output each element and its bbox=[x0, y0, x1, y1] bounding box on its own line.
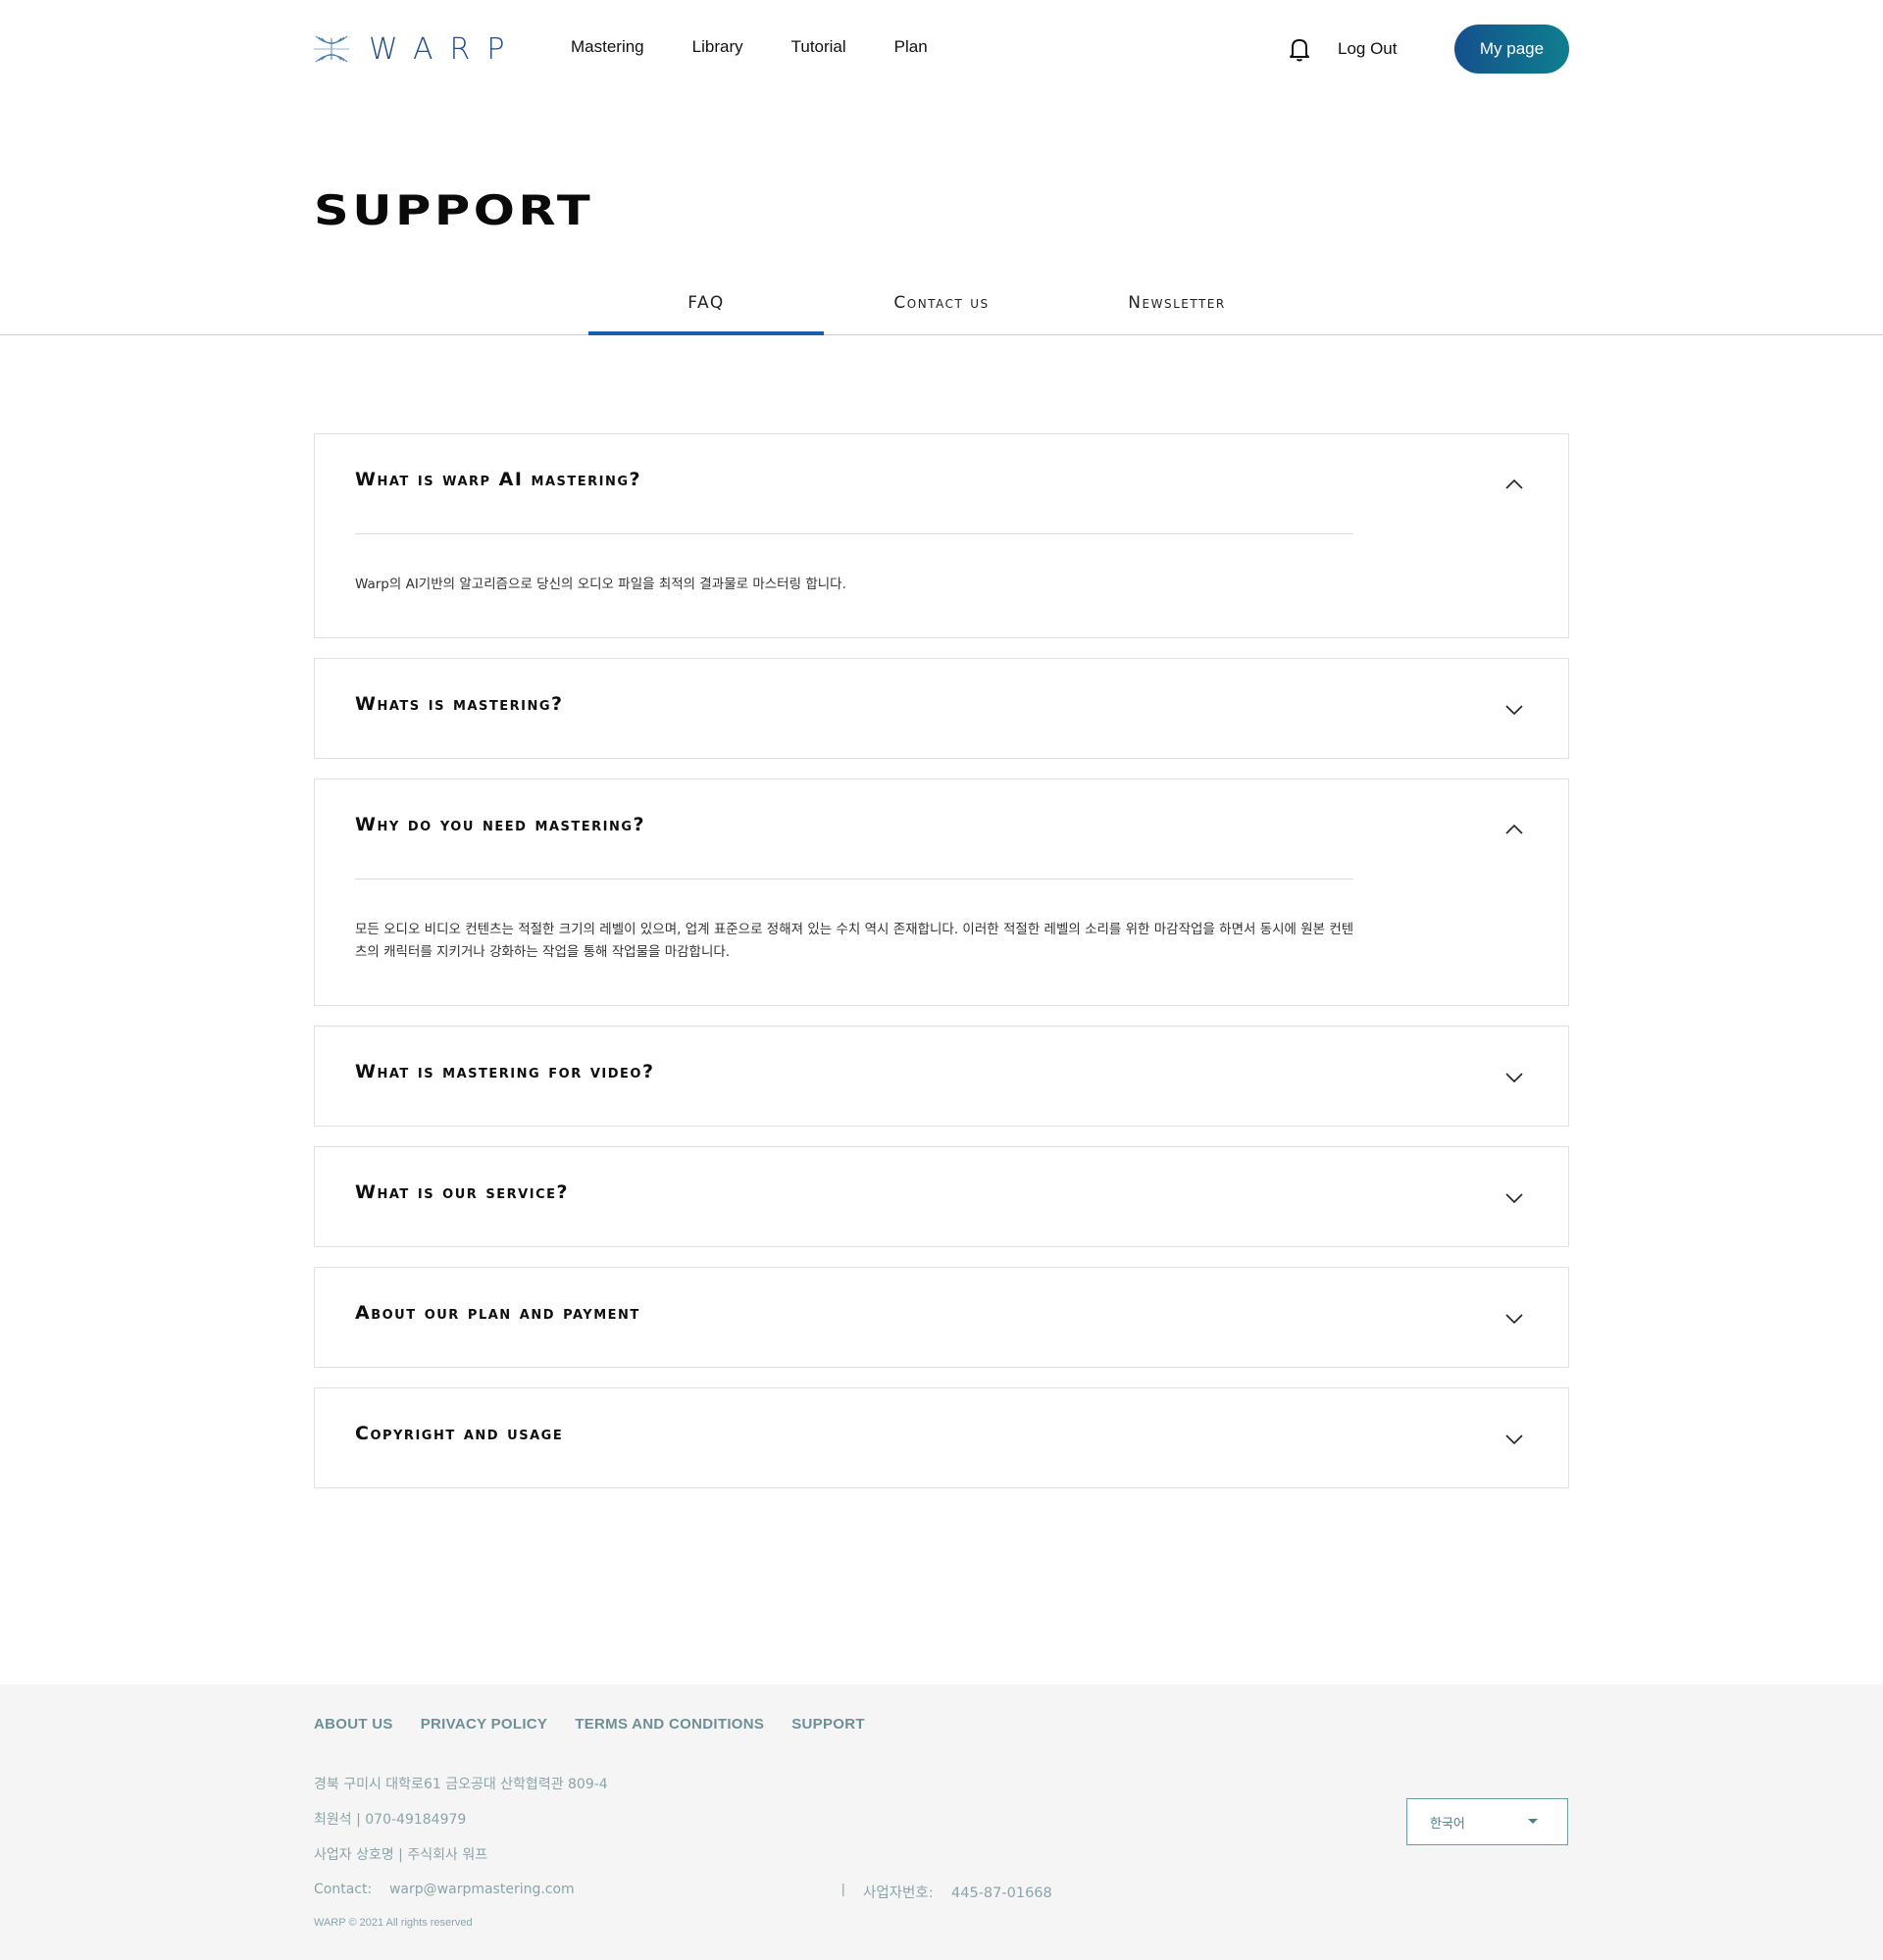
footer-contact: Contact: warp@warpmastering.com bbox=[314, 1882, 575, 1897]
faq-question[interactable]: Whats is mastering? bbox=[355, 693, 564, 715]
footer-business-number: 사업자번호: 445-87-01668 bbox=[863, 1885, 1052, 1901]
logout-link[interactable]: Log Out bbox=[1338, 39, 1398, 59]
faq-divider bbox=[355, 533, 1353, 534]
faq-question[interactable]: About our plan and payment bbox=[355, 1302, 640, 1324]
faq-question[interactable]: What is warp AI mastering? bbox=[355, 469, 641, 490]
nav-mastering[interactable]: Mastering bbox=[571, 37, 644, 57]
faq-item[interactable]: What is our service? bbox=[314, 1146, 1569, 1247]
footer-ceo-phone: 최원석 | 070-49184979 bbox=[314, 1812, 467, 1828]
faq-item[interactable]: What is warp AI mastering? Warp의 AI기반의 알… bbox=[314, 433, 1569, 638]
page-title: SUPPORT bbox=[314, 186, 594, 234]
chevron-up-icon[interactable] bbox=[1505, 824, 1523, 835]
faq-question[interactable]: What is mastering for video? bbox=[355, 1061, 655, 1082]
footer-separator: | bbox=[841, 1881, 845, 1896]
nav-plan[interactable]: Plan bbox=[894, 37, 928, 57]
logo[interactable]: WARP bbox=[314, 31, 521, 67]
footer-link-privacy[interactable]: PRIVACY POLICY bbox=[421, 1716, 548, 1733]
main-nav: Mastering Library Tutorial Plan bbox=[571, 37, 976, 57]
my-page-button[interactable]: My page bbox=[1454, 25, 1569, 74]
warp-logo-icon bbox=[314, 35, 349, 63]
chevron-down-icon[interactable] bbox=[1505, 1192, 1523, 1204]
chevron-down-icon[interactable] bbox=[1505, 704, 1523, 716]
logo-text: WARP bbox=[369, 31, 522, 67]
faq-question[interactable]: Why do you need mastering? bbox=[355, 814, 645, 835]
nav-library[interactable]: Library bbox=[692, 37, 743, 57]
caret-down-icon bbox=[1528, 1819, 1538, 1824]
faq-item[interactable]: Copyright and usage bbox=[314, 1387, 1569, 1488]
faq-item[interactable]: Why do you need mastering? 모든 오디오 비디오 컨텐… bbox=[314, 779, 1569, 1006]
tab-newsletter[interactable]: Newsletter bbox=[1059, 293, 1295, 313]
chevron-down-icon[interactable] bbox=[1505, 1072, 1523, 1083]
bell-icon[interactable] bbox=[1289, 36, 1310, 62]
footer-link-terms[interactable]: TERMS AND CONDITIONS bbox=[575, 1716, 764, 1733]
footer-company: 사업자 상호명 | 주식회사 워프 bbox=[314, 1847, 488, 1863]
footer-links: ABOUT US PRIVACY POLICY TERMS AND CONDIT… bbox=[314, 1716, 892, 1733]
support-tabs: FAQ Contact us Newsletter bbox=[0, 279, 1883, 335]
language-select[interactable]: 한국어 bbox=[1406, 1798, 1568, 1845]
site-header: WARP Mastering Library Tutorial Plan Log… bbox=[0, 0, 1883, 98]
footer-link-about[interactable]: ABOUT US bbox=[314, 1716, 393, 1733]
faq-answer: 모든 오디오 비디오 컨텐츠는 적절한 크기의 레벨이 있으며, 업계 표준으로… bbox=[355, 922, 1354, 960]
footer-copyright: WARP © 2021 All rights reserved bbox=[314, 1917, 473, 1929]
chevron-down-icon[interactable] bbox=[1505, 1433, 1523, 1445]
language-select-value: 한국어 bbox=[1430, 1815, 1465, 1831]
tab-faq[interactable]: FAQ bbox=[588, 293, 824, 335]
faq-item[interactable]: About our plan and payment bbox=[314, 1267, 1569, 1368]
tab-contact-us[interactable]: Contact us bbox=[824, 293, 1059, 313]
faq-item[interactable]: What is mastering for video? bbox=[314, 1026, 1569, 1127]
chevron-up-icon[interactable] bbox=[1505, 478, 1523, 490]
faq-answer: Warp의 AI기반의 알고리즘으로 당신의 오디오 파일을 최적의 결과물로 … bbox=[355, 577, 846, 592]
footer-address: 경북 구미시 대학로61 금오공대 산학협력관 809-4 bbox=[314, 1777, 608, 1792]
footer-link-support[interactable]: SUPPORT bbox=[791, 1716, 865, 1733]
nav-tutorial[interactable]: Tutorial bbox=[791, 37, 846, 57]
site-footer: ABOUT US PRIVACY POLICY TERMS AND CONDIT… bbox=[0, 1684, 1883, 1960]
faq-item[interactable]: Whats is mastering? bbox=[314, 658, 1569, 759]
faq-question[interactable]: Copyright and usage bbox=[355, 1423, 563, 1444]
chevron-down-icon[interactable] bbox=[1505, 1313, 1523, 1325]
faq-question[interactable]: What is our service? bbox=[355, 1181, 569, 1203]
